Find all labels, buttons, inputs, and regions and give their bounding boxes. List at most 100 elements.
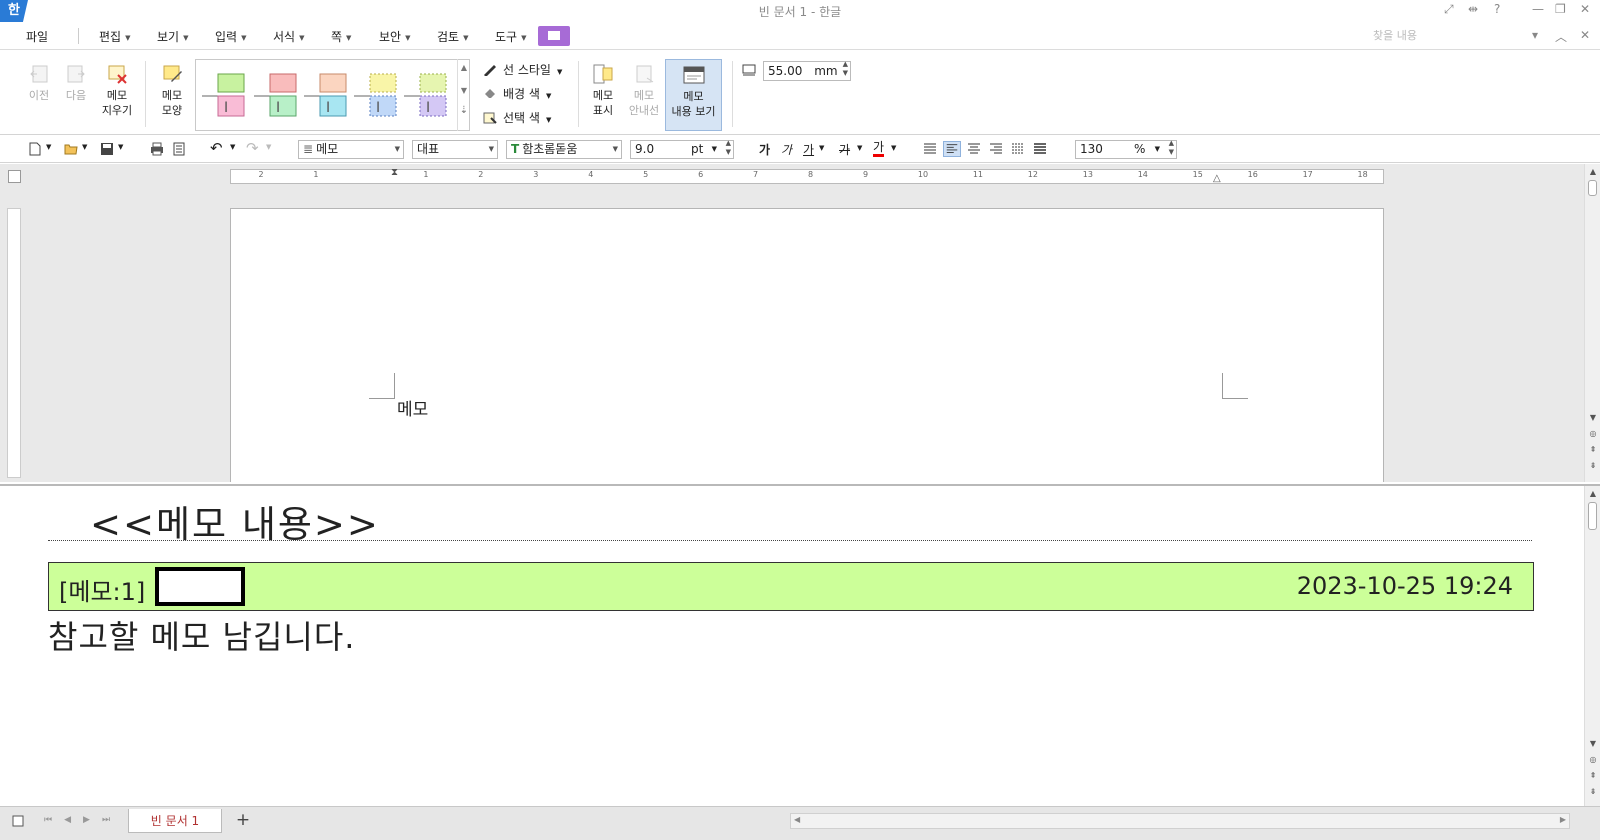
menu-edit[interactable]: 편집 ▼ [99,28,130,45]
menu-insert[interactable]: 입력 ▼ [215,28,246,45]
prev-memo-button[interactable]: 이전 [26,63,52,103]
vertical-ruler[interactable] [7,208,21,478]
menu-security[interactable]: 보안 ▼ [379,28,410,45]
select-color-button[interactable]: 선택 색 ▼ [483,109,551,126]
next-page-icon[interactable]: ⇟ [1587,460,1599,472]
indent-marker-icon[interactable]: ⧗ [391,167,398,178]
restore-icon[interactable]: ❐ [1555,2,1566,16]
font-select[interactable]: T 함초롬돋움 ▼ [506,140,622,159]
caret-down-icon[interactable]: ▼ [1155,141,1160,158]
memo-context-tab[interactable] [538,26,570,46]
next-memo-button[interactable]: 다음 [63,63,89,103]
caret-down-icon[interactable]: ▼ [46,143,51,151]
horizontal-ruler[interactable]: 2 1 1 2 3 4 5 6 7 8 9 10 11 12 13 14 15 16 17 18 ⧗ △ [230,167,1384,184]
next-page-icon[interactable]: ⇟ [1587,786,1599,798]
document-vertical-scrollbar[interactable]: ▲ ▼ ◎ ⇞ ⇟ [1584,164,1600,482]
print-icon[interactable] [150,142,164,156]
right-margin-marker-icon[interactable]: △ [1213,173,1221,184]
memo-style-pink-icon[interactable]: I [202,72,246,120]
zoom-input[interactable]: 130 % ▼ ▲ ▼ [1075,139,1177,159]
document-tab[interactable]: 빈 문서 1 [128,809,222,833]
align-split-icon[interactable] [1031,141,1049,157]
spinner-icon[interactable]: ▲ ▼ [843,60,848,78]
document-body-text[interactable]: 메모 [397,395,428,420]
strikethrough-button[interactable]: 가 [839,141,850,158]
gallery-up-icon[interactable]: ▲ [458,63,470,72]
caret-down-icon[interactable]: ▼ [857,144,862,152]
align-center-icon[interactable] [965,141,983,157]
gallery-more-icon[interactable]: ⇣ [458,105,470,116]
memo-style-blue-icon[interactable]: I [354,72,398,120]
caret-down-icon[interactable]: ▼ [891,144,896,152]
print-preview-icon[interactable] [172,142,186,156]
memo-style-purple-icon[interactable]: I [404,72,448,120]
scroll-left-icon[interactable]: ◀ [794,815,800,824]
align-right-icon[interactable] [987,141,1005,157]
line-style-button[interactable]: 선 스타일 ▼ [483,61,562,78]
memo-guide-button[interactable]: 메모 안내선 [626,63,662,118]
italic-button[interactable]: 가 [781,141,792,158]
help-icon[interactable]: ? [1494,2,1500,16]
menu-review[interactable]: 검토 ▼ [437,28,468,45]
search-input[interactable]: 찾을 내용 [1370,26,1535,46]
style-select[interactable]: ≣ 메모 ▼ [298,140,404,159]
menu-format[interactable]: 서식 ▼ [273,28,304,45]
scroll-up-icon[interactable]: ▲ [1587,166,1599,178]
memo-width-input[interactable]: 55.00 mm ▲ ▼ [763,60,851,81]
menu-view[interactable]: 보기 ▼ [157,28,188,45]
menu-page[interactable]: 쪽 ▼ [331,28,351,45]
caret-down-icon[interactable]: ▼ [819,144,824,152]
align-justify-icon[interactable] [921,141,939,157]
prev-page-icon[interactable]: ⇞ [1587,770,1599,782]
bg-color-button[interactable]: 배경 색 ▼ [483,85,551,102]
gallery-down-icon[interactable]: ▼ [458,86,470,95]
scroll-right-icon[interactable]: ▶ [1560,815,1566,824]
minimize-icon[interactable]: — [1532,2,1544,16]
collapse-ribbon-icon[interactable]: ︿ [1555,28,1567,45]
spinner-icon[interactable]: ▲ ▼ [726,139,731,157]
redo-icon[interactable]: ↷ [246,139,259,157]
page-select-icon[interactable]: ◎ [1587,428,1599,440]
font-size-input[interactable]: 9.0 pt ▼ ▲ ▼ [630,139,734,159]
memo-body-text[interactable]: 참고할 메모 남깁니다. [48,612,355,658]
align-distribute-icon[interactable] [1009,141,1027,157]
delete-memo-button[interactable]: 메모 지우기 [100,63,134,118]
search-dropdown-icon[interactable]: ▾ [1532,28,1538,42]
page-select-icon[interactable]: ◎ [1587,754,1599,766]
bold-button[interactable]: 가 [759,141,770,158]
gallery-scroll[interactable]: ▲ ▼ ⇣ [457,59,470,131]
horizontal-scrollbar[interactable]: ◀ ▶ [790,813,1570,829]
spinner-icon[interactable]: ▲ ▼ [1169,139,1174,157]
font-color-button[interactable]: 가 [873,141,885,157]
caret-down-icon[interactable]: ▼ [712,141,717,158]
menu-tools[interactable]: 도구 ▼ [495,28,526,45]
caret-down-icon[interactable]: ▼ [230,143,235,151]
document-page[interactable]: 메모 [230,208,1384,482]
menu-file[interactable]: 파일 [26,28,48,45]
scroll-down-icon[interactable]: ▼ [1587,738,1599,750]
underline-button[interactable]: 가 [803,141,814,158]
scroll-thumb[interactable] [1588,180,1597,196]
close-doc-icon[interactable]: ✕ [1580,28,1590,42]
ruler-toggle-button[interactable] [8,170,21,183]
memo-style-cyan-icon[interactable]: I [304,72,348,120]
caret-down-icon[interactable]: ▼ [82,143,87,151]
caret-down-icon[interactable]: ▼ [266,143,271,151]
caret-down-icon[interactable]: ▼ [118,143,123,151]
new-document-icon[interactable] [28,142,42,156]
scroll-thumb[interactable] [1588,502,1597,530]
save-icon[interactable] [100,142,114,156]
scroll-down-icon[interactable]: ▼ [1587,412,1599,424]
memo-panel-icon[interactable] [12,815,24,827]
open-folder-icon[interactable] [64,142,78,156]
tab-nav-arrows-icon[interactable]: ⏮◀▶⏭ [44,815,122,825]
split-view-icon[interactable]: ⇹ [1468,2,1478,16]
add-tab-button[interactable]: + [230,809,256,833]
memo-vertical-scrollbar[interactable]: ▲ ▼ ◎ ⇞ ⇟ [1584,486,1600,806]
language-select[interactable]: 대표 ▼ [412,140,498,159]
view-memo-content-button[interactable]: 메모 내용 보기 [665,59,722,131]
close-icon[interactable]: ✕ [1580,2,1590,16]
prev-page-icon[interactable]: ⇞ [1587,444,1599,456]
show-memo-button[interactable]: 메모 표시 [588,63,618,118]
align-left-icon[interactable] [943,141,961,157]
